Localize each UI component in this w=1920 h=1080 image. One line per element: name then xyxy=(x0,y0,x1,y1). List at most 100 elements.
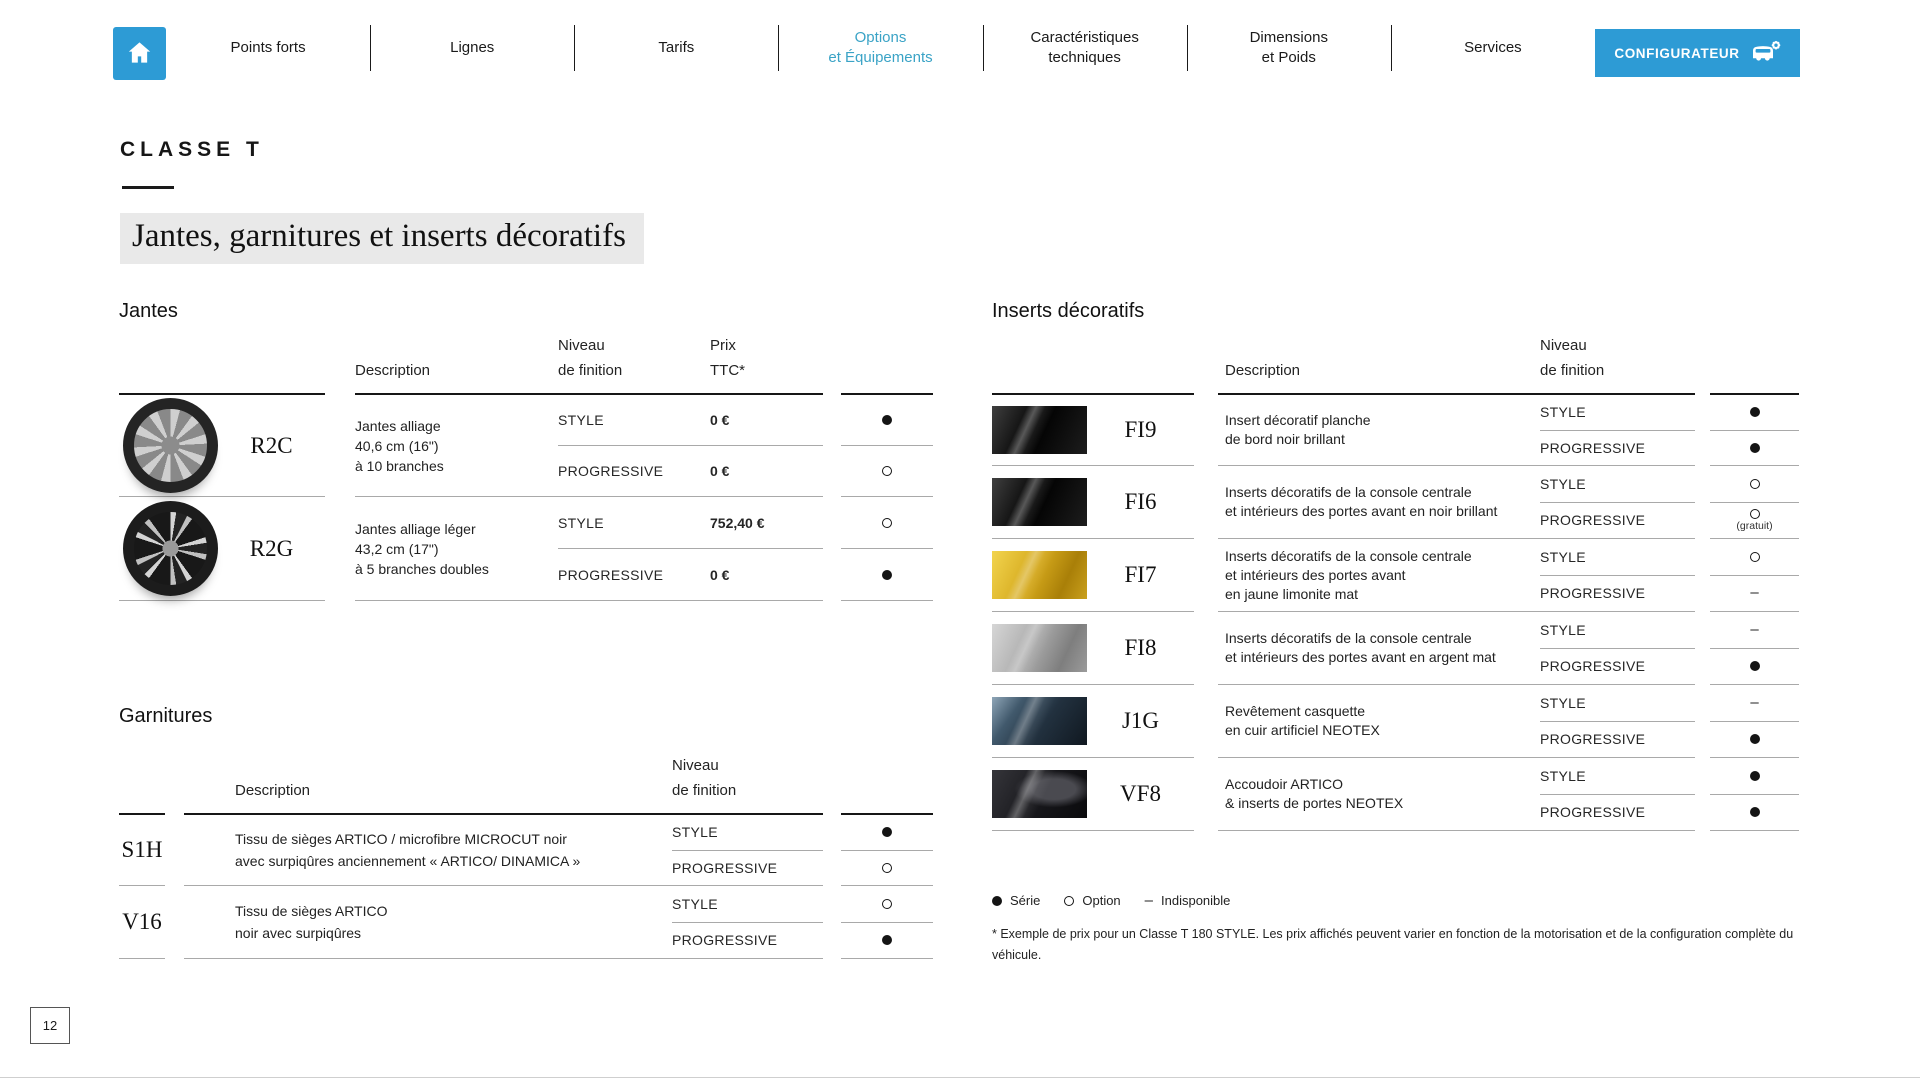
trim-variant: STYLE 0 € xyxy=(558,395,823,445)
availability-cell xyxy=(1710,612,1799,649)
trim-variant: PROGRESSIVE xyxy=(1540,574,1695,612)
page-number: 12 xyxy=(30,1007,70,1044)
option-description: Jantes alliage 40,6 cm (16") à 10 branch… xyxy=(355,417,444,474)
availability-dot xyxy=(882,517,892,528)
swatch-image-fi9 xyxy=(992,406,1087,454)
option-description: Inserts décoratifs de la console central… xyxy=(1225,630,1496,665)
tab-caracteristiques-techniques[interactable]: Caractéristiques techniques xyxy=(982,14,1187,82)
wheel-image-r2g xyxy=(123,501,218,596)
page-title: Jantes, garnitures et inserts décoratifs xyxy=(120,213,644,264)
table-row-vf8: VF8 Accoudoir ARTICO & inserts de portes… xyxy=(992,758,1800,831)
availability-cell xyxy=(1710,466,1799,503)
trim-variant: STYLE xyxy=(672,895,718,912)
availability-cell xyxy=(1710,722,1799,758)
availability-cell xyxy=(841,446,933,496)
availability-dot xyxy=(882,415,892,425)
table-row-fi7: FI7 Inserts décoratifs de la console cen… xyxy=(992,539,1800,612)
home-button[interactable] xyxy=(113,27,166,80)
trim-variant: STYLE 752,40 € xyxy=(558,497,823,548)
option-code: V16 xyxy=(122,909,162,934)
trim-variant: STYLE xyxy=(1540,404,1586,421)
availability-note: (gratuit) xyxy=(1736,519,1773,532)
option-description: Revêtement casquette en cuir artificiel … xyxy=(1225,703,1380,738)
availability-dot xyxy=(882,827,892,838)
availability-dot xyxy=(882,862,892,873)
option-description: Tissu de sièges ARTICO / microfibre MICR… xyxy=(235,831,581,869)
tab-options-equipements[interactable]: Options et Équipements xyxy=(778,14,982,82)
trim-variant: STYLE xyxy=(1540,621,1586,638)
model-name: CLASSE T xyxy=(120,138,264,161)
col-description: Description xyxy=(355,362,431,379)
section-title: Inserts décoratifs xyxy=(992,300,1145,322)
trim-variant: PROGRESSIVE xyxy=(1540,647,1695,685)
car-config-icon xyxy=(1751,39,1781,68)
tab-lignes[interactable]: Lignes xyxy=(370,14,574,82)
tab-dimensions-poids[interactable]: Dimensions et Poids xyxy=(1186,14,1391,82)
availability-dot xyxy=(1749,661,1760,672)
table-row-r2c: R2C Jantes alliage 40,6 cm (16") à 10 br… xyxy=(119,393,933,497)
col-niveau-finition: Niveau de finition xyxy=(672,757,737,799)
availability-cell xyxy=(1710,649,1799,685)
tab-points-forts[interactable]: Points forts xyxy=(166,14,370,82)
availability-dot xyxy=(1749,478,1760,489)
trim-variant: STYLE xyxy=(1540,548,1586,565)
col-niveau-finition: Niveau de finition xyxy=(558,337,623,379)
availability-dot xyxy=(1749,551,1760,562)
availability-cell xyxy=(1710,685,1799,722)
availability-dot xyxy=(1749,442,1760,453)
trim-variant: STYLE xyxy=(1540,475,1586,492)
availability-dot xyxy=(1749,407,1760,418)
availability-cell xyxy=(841,395,933,446)
legend-serie: Série xyxy=(992,893,1040,908)
tab-tarifs[interactable]: Tarifs xyxy=(574,14,778,82)
brochure-page: Points forts Lignes Tarifs Options et Éq… xyxy=(0,0,1920,1080)
price-value: 0 € xyxy=(710,463,730,479)
availability-dot xyxy=(1749,770,1760,781)
price-value: 0 € xyxy=(710,412,730,428)
trim-variant: STYLE xyxy=(1540,767,1586,784)
col-niveau-finition: Niveau de finition xyxy=(1540,337,1605,379)
option-code: S1H xyxy=(121,837,163,862)
table-row-r2g: R2G Jantes alliage léger 43,2 cm (17") à… xyxy=(119,497,933,601)
serie-dot-icon xyxy=(992,895,1002,906)
trim-variant: STYLE xyxy=(672,824,718,841)
swatch-image-vf8 xyxy=(992,770,1087,818)
option-description: Jantes alliage léger 43,2 cm (17") à 5 b… xyxy=(355,520,489,577)
nav-tabs: Points forts Lignes Tarifs Options et Éq… xyxy=(166,14,1595,82)
availability-dot xyxy=(882,898,892,909)
availability-dot xyxy=(1749,807,1760,818)
home-icon xyxy=(126,39,153,69)
swatch-image-fi6 xyxy=(992,478,1087,526)
trim-variant: PROGRESSIVE 0 € xyxy=(558,445,823,496)
availability-cell xyxy=(841,886,933,923)
availability-cell xyxy=(1710,795,1799,831)
availability-cell xyxy=(841,815,933,851)
option-code: FI7 xyxy=(1124,562,1157,587)
availability-dot xyxy=(882,935,892,946)
availability-cell xyxy=(1710,431,1799,466)
swatch-image-fi7 xyxy=(992,551,1087,599)
bottom-divider xyxy=(0,1077,1920,1078)
availability-cell xyxy=(841,923,933,959)
section-garnitures: Garnitures Description Niveau de finitio… xyxy=(119,701,933,959)
availability-dot xyxy=(1750,694,1758,712)
availability-dot xyxy=(1750,584,1758,602)
table-row-v16: V16 Tissu de sièges ARTICO noir avec sur… xyxy=(119,886,933,959)
trim-variant: PROGRESSIVE xyxy=(1540,793,1695,831)
table-header: Description Niveau de finition Prix TTC* xyxy=(119,326,933,393)
availability-dot xyxy=(1750,621,1758,639)
tab-services[interactable]: Services xyxy=(1390,14,1595,82)
availability-legend: Série Option Indisponible xyxy=(992,893,1230,908)
option-code: FI6 xyxy=(1124,489,1157,514)
swatch-image-fi8 xyxy=(992,624,1087,672)
availability-cell: (gratuit) xyxy=(1710,503,1799,539)
configurator-button[interactable]: CONFIGURATEUR xyxy=(1595,29,1800,77)
section-jantes: Jantes Description Niveau de finition Pr… xyxy=(119,296,933,601)
trim-variant: PROGRESSIVE xyxy=(1540,720,1695,758)
col-description: Description xyxy=(1225,362,1301,379)
wheel-image-r2c xyxy=(123,398,218,493)
option-code: FI8 xyxy=(1124,635,1157,660)
availability-dot xyxy=(882,466,892,476)
trim-variant: PROGRESSIVE xyxy=(1540,429,1695,466)
price-value: 0 € xyxy=(710,566,730,583)
